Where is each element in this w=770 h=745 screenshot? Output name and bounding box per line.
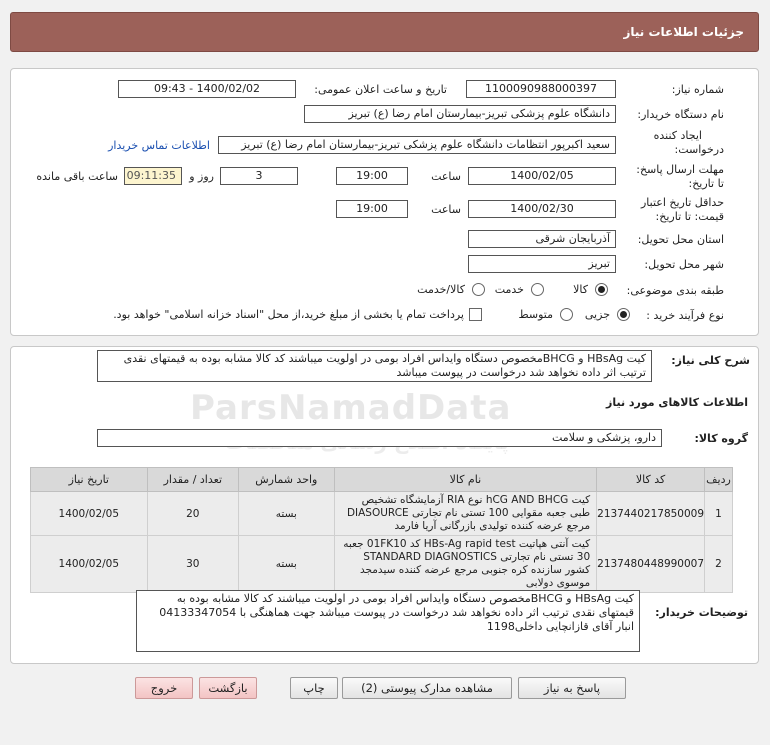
row-name: کیت آنتی هپاتیت HBs-Ag rapid test کد 01F… <box>333 535 598 593</box>
row-index: 1 <box>704 491 733 536</box>
col-index: ردیف <box>704 467 733 492</box>
purchase-minor-label: جزیی <box>584 308 610 321</box>
table-header-row: ردیف کد کالا نام کالا واحد شمارش تعداد /… <box>30 467 733 492</box>
creator-label-line1: ایجاد کننده <box>653 129 702 142</box>
validity-date-field: 1400/02/30 <box>468 200 616 218</box>
row-qty: 30 <box>146 535 240 593</box>
category-goods-label: کالا <box>573 283 588 296</box>
col-date: تاریخ نیاز <box>30 467 148 492</box>
goods-table: ردیف کد کالا نام کالا واحد شمارش تعداد /… <box>30 467 733 593</box>
row-code: 2137440217850009 <box>596 491 706 536</box>
city-label: شهر محل تحویل: <box>644 258 724 271</box>
deadline-label-line2: تا تاریخ: <box>688 177 724 190</box>
buyer-contact-link[interactable]: اطلاعات تماس خریدار <box>108 139 210 152</box>
page-title: جزئیات اطلاعات نیاز <box>623 25 744 39</box>
buyer-notes-label: توضیحات خریدار: <box>655 606 748 619</box>
category-both-label: کالا/خدمت <box>417 283 465 296</box>
need-number-field: 1100090988000397 <box>466 80 616 98</box>
purchase-medium-radio[interactable] <box>560 308 573 321</box>
table-row[interactable]: 1 2137440217850009 کیت hCG AND BHCG نوع … <box>30 491 733 536</box>
creator-label-line2: درخواست: <box>674 143 724 156</box>
exit-button[interactable]: خروج <box>135 677 193 699</box>
goods-info-title: اطلاعات کالاهای مورد نیاز <box>606 396 748 409</box>
days-label: روز و <box>189 170 214 183</box>
province-label: استان محل تحویل: <box>637 233 724 246</box>
col-name: نام کالا <box>333 467 598 492</box>
summary-text: کیت HBsAg و BHCGمخصوص دستگاه وایداس افرا… <box>97 350 652 382</box>
validity-time-field: 19:00 <box>336 200 408 218</box>
category-both-radio[interactable] <box>472 283 485 296</box>
goods-group-label: گروه کالا: <box>694 432 748 445</box>
category-label: طبقه بندی موضوعی: <box>626 284 724 297</box>
page: جزئیات اطلاعات نیاز شماره نیاز: 11000909… <box>0 0 770 745</box>
table-row[interactable]: 2 2137480448990007 کیت آنتی هپاتیت HBs-A… <box>30 535 733 593</box>
category-service-label: خدمت <box>494 283 524 296</box>
category-goods-radio[interactable] <box>595 283 608 296</box>
buyer-org-label: نام دستگاه خریدار: <box>637 108 724 121</box>
page-header: جزئیات اطلاعات نیاز <box>10 12 759 52</box>
treasury-payment-checkbox[interactable] <box>469 308 482 321</box>
announce-datetime-field: 1400/02/02 - 09:43 <box>118 80 296 98</box>
row-date: 1400/02/05 <box>30 491 148 536</box>
validity-time-label: ساعت <box>431 203 461 216</box>
need-number-label: شماره نیاز: <box>671 83 724 96</box>
row-name: کیت hCG AND BHCG نوع RIA آزمایشگاه تشخیص… <box>333 491 598 536</box>
purchase-medium-label: متوسط <box>518 308 553 321</box>
validity-label-line2: قیمت: تا تاریخ: <box>655 210 724 223</box>
remaining-time-field: 09:11:35 <box>124 167 182 185</box>
city-field: تبریز <box>468 255 616 273</box>
view-attachments-button[interactable]: مشاهده مدارک پیوستی (2) <box>342 677 512 699</box>
reply-button[interactable]: پاسخ به نیاز <box>518 677 626 699</box>
buyer-org-field: دانشگاه علوم پزشکی تبریز-بیمارستان امام … <box>304 105 616 123</box>
purchase-type-label: نوع فرآیند خرید : <box>646 309 724 322</box>
purchase-minor-radio[interactable] <box>617 308 630 321</box>
col-unit: واحد شمارش <box>238 467 335 492</box>
announce-datetime-label: تاریخ و ساعت اعلان عمومی: <box>314 83 447 96</box>
summary-label: شرح کلی نیاز: <box>671 354 750 367</box>
province-field: آذربایجان شرقی <box>468 230 616 248</box>
row-unit: بسته <box>238 535 335 593</box>
days-remaining-field: 3 <box>220 167 298 185</box>
category-service-radio[interactable] <box>531 283 544 296</box>
deadline-time-field: 19:00 <box>336 167 408 185</box>
deadline-label-line1: مهلت ارسال پاسخ: <box>636 163 724 176</box>
treasury-payment-note: پرداخت تمام یا بخشی از مبلغ خرید،از محل … <box>113 308 464 321</box>
col-qty: تعداد / مقدار <box>146 467 240 492</box>
validity-label-line1: حداقل تاریخ اعتبار <box>640 196 724 209</box>
deadline-time-label: ساعت <box>431 170 461 183</box>
goods-group-field: دارو، پزشکی و سلامت <box>97 429 662 447</box>
buyer-notes-text: کیت HBsAg و BHCGمخصوص دستگاه وایداس افرا… <box>136 590 640 652</box>
back-button[interactable]: بازگشت <box>199 677 257 699</box>
row-date: 1400/02/05 <box>30 535 148 593</box>
row-qty: 20 <box>146 491 240 536</box>
row-index: 2 <box>704 535 733 593</box>
deadline-date-field: 1400/02/05 <box>468 167 616 185</box>
print-button[interactable]: چاپ <box>290 677 338 699</box>
col-code: کد کالا <box>596 467 706 492</box>
remaining-time-label: ساعت باقی مانده <box>36 170 118 183</box>
row-code: 2137480448990007 <box>596 535 706 593</box>
row-unit: بسته <box>238 491 335 536</box>
creator-field: سعید اکبرپور انتظامات دانشگاه علوم پزشکی… <box>218 136 616 154</box>
